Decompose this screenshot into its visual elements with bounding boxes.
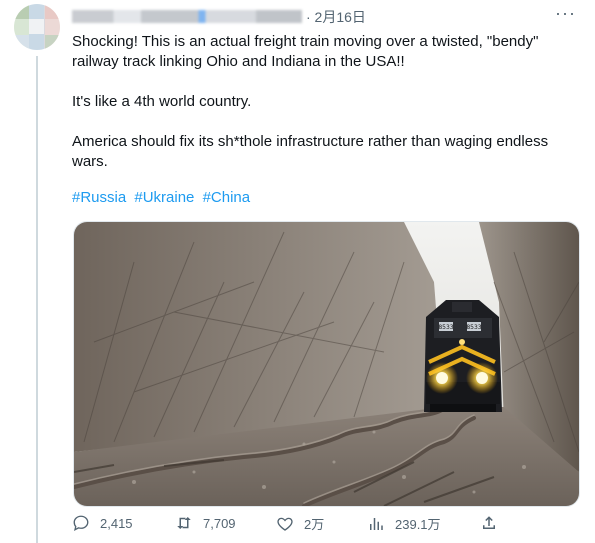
more-icon[interactable]: ···: [555, 3, 576, 24]
locomotive-number: 8533: [438, 324, 453, 331]
locomotive: 8533 8533: [424, 300, 502, 412]
heart-icon: [277, 517, 293, 531]
views-count: 239.1万: [395, 517, 441, 532]
tweet-media-image[interactable]: 8533 8533: [73, 221, 580, 507]
train-photo: 8533 8533: [74, 222, 579, 506]
hashtags: #Russia #Ukraine #China: [72, 189, 254, 206]
tweet-actions: 2,415 7,709 2万 239.1万: [72, 514, 582, 538]
share-icon: [483, 516, 495, 529]
blurred-author-name[interactable]: [72, 10, 302, 23]
hashtag-link[interactable]: #Russia: [72, 189, 126, 206]
tweet-date[interactable]: · 2月16日: [306, 7, 366, 27]
tweet-paragraph: America should fix its sh*thole infrastr…: [72, 133, 549, 170]
like-button[interactable]: 2万: [276, 514, 324, 533]
hashtag-link[interactable]: #Ukraine: [134, 189, 194, 206]
retweet-icon: [177, 517, 191, 529]
locomotive-number: 8533: [466, 324, 481, 331]
retweet-count: 7,709: [203, 515, 236, 531]
analytics-icon: [370, 517, 383, 530]
tweet-text: Shocking! This is an actual freight trai…: [72, 32, 582, 192]
reply-count: 2,415: [100, 515, 133, 531]
reply-icon: [73, 515, 89, 532]
tweet-header: · 2月16日 ···: [72, 3, 582, 27]
avatar[interactable]: [14, 4, 60, 50]
share-button[interactable]: [480, 514, 498, 532]
tweet-paragraph: It's like a 4th world country.: [72, 93, 252, 110]
tweet-paragraph: Shocking! This is an actual freight trai…: [72, 33, 539, 70]
reply-button[interactable]: 2,415: [72, 514, 133, 532]
thread-line: [36, 56, 38, 543]
retweet-button[interactable]: 7,709: [175, 514, 236, 532]
views-button[interactable]: 239.1万: [367, 514, 441, 533]
like-count: 2万: [304, 517, 325, 532]
hashtag-link[interactable]: #China: [203, 189, 251, 206]
